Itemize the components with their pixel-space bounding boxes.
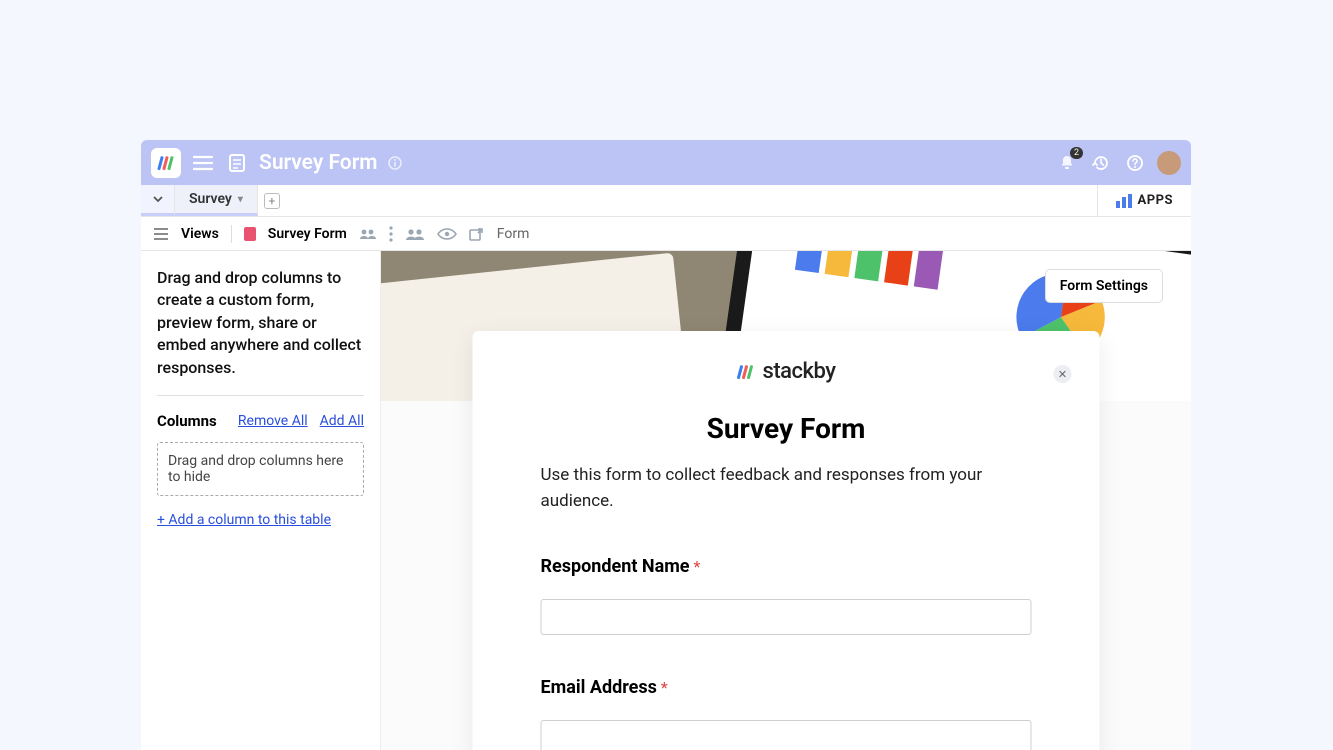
history-icon [1092, 154, 1110, 172]
add-all-link[interactable]: Add All [320, 413, 364, 429]
hamburger-icon[interactable] [153, 228, 169, 240]
form-settings-button[interactable]: Form Settings [1045, 269, 1163, 303]
field-label[interactable]: Respondent Name * [541, 556, 1032, 577]
field-label[interactable]: Email Address * [541, 677, 1032, 698]
remove-brand-button[interactable]: ✕ [1054, 365, 1072, 383]
tab-survey[interactable]: Survey ▾ [175, 185, 258, 216]
form-field: Respondent Name * [541, 556, 1032, 635]
people-icon[interactable] [359, 228, 377, 240]
apps-button[interactable]: APPS [1097, 185, 1192, 216]
form-title[interactable]: Survey Form [541, 412, 1032, 445]
hamburger-menu-icon[interactable] [191, 151, 215, 175]
titlebar: Survey Form 2 [141, 140, 1191, 185]
email-address-input[interactable] [541, 720, 1032, 750]
form-description[interactable]: Use this form to collect feedback and re… [541, 463, 1032, 514]
columns-drop-zone[interactable]: Drag and drop columns here to hide [157, 442, 364, 496]
notifications-button[interactable]: 2 [1055, 151, 1079, 175]
app-logo[interactable] [151, 148, 181, 178]
info-icon[interactable] [388, 156, 402, 170]
columns-header: Columns Remove All Add All [157, 412, 364, 430]
notifications-badge: 2 [1070, 147, 1083, 159]
form-sidebar: Drag and drop columns to create a custom… [141, 251, 381, 750]
tab-bar: Survey ▾ + APPS [141, 185, 1191, 217]
apps-label: APPS [1138, 193, 1174, 208]
avatar[interactable] [1157, 151, 1181, 175]
form-brand: stackby ✕ [541, 359, 1032, 384]
add-column-link[interactable]: + Add a column to this table [157, 512, 364, 528]
views-label[interactable]: Views [181, 226, 219, 242]
chevron-down-icon [152, 193, 164, 205]
eye-icon[interactable] [437, 227, 457, 241]
tab-list-chevron[interactable] [141, 185, 175, 216]
brand-name: stackby [763, 359, 836, 384]
remove-all-link[interactable]: Remove All [238, 413, 308, 429]
view-name[interactable]: Survey Form [268, 226, 347, 242]
columns-heading: Columns [157, 412, 217, 430]
close-icon: ✕ [1058, 368, 1067, 381]
app-window: Survey Form 2 Survey ▾ + APPS [141, 140, 1191, 750]
apps-icon [1116, 194, 1132, 208]
plus-icon: + [264, 193, 280, 209]
view-toolbar: Views Survey Form Form [141, 217, 1191, 251]
sidebar-help-text: Drag and drop columns to create a custom… [157, 267, 364, 379]
form-icon [244, 227, 256, 241]
respondent-name-input[interactable] [541, 599, 1032, 635]
divider [231, 225, 232, 243]
required-asterisk: * [694, 557, 701, 576]
tab-label: Survey [189, 191, 232, 207]
tab-dropdown-caret: ▾ [238, 194, 243, 205]
form-type-label: Form [497, 226, 530, 242]
page-title[interactable]: Survey Form [259, 151, 378, 175]
help-button[interactable] [1123, 151, 1147, 175]
app-logo-icon [157, 154, 175, 172]
more-icon[interactable] [389, 226, 393, 242]
document-icon [225, 151, 249, 175]
form-card: stackby ✕ Survey Form Use this form to c… [473, 331, 1100, 750]
content-area: Drag and drop columns to create a custom… [141, 251, 1191, 750]
share-arrow-icon[interactable] [469, 227, 485, 241]
share-people-icon[interactable] [405, 228, 425, 240]
add-tab-button[interactable]: + [258, 185, 286, 216]
history-button[interactable] [1089, 151, 1113, 175]
help-icon [1126, 154, 1144, 172]
divider [157, 395, 364, 396]
form-canvas: Form Settings stackby ✕ Survey Form Use … [381, 251, 1191, 750]
brand-logo-icon [737, 363, 755, 381]
required-asterisk: * [661, 678, 668, 697]
form-field: Email Address * [541, 677, 1032, 750]
